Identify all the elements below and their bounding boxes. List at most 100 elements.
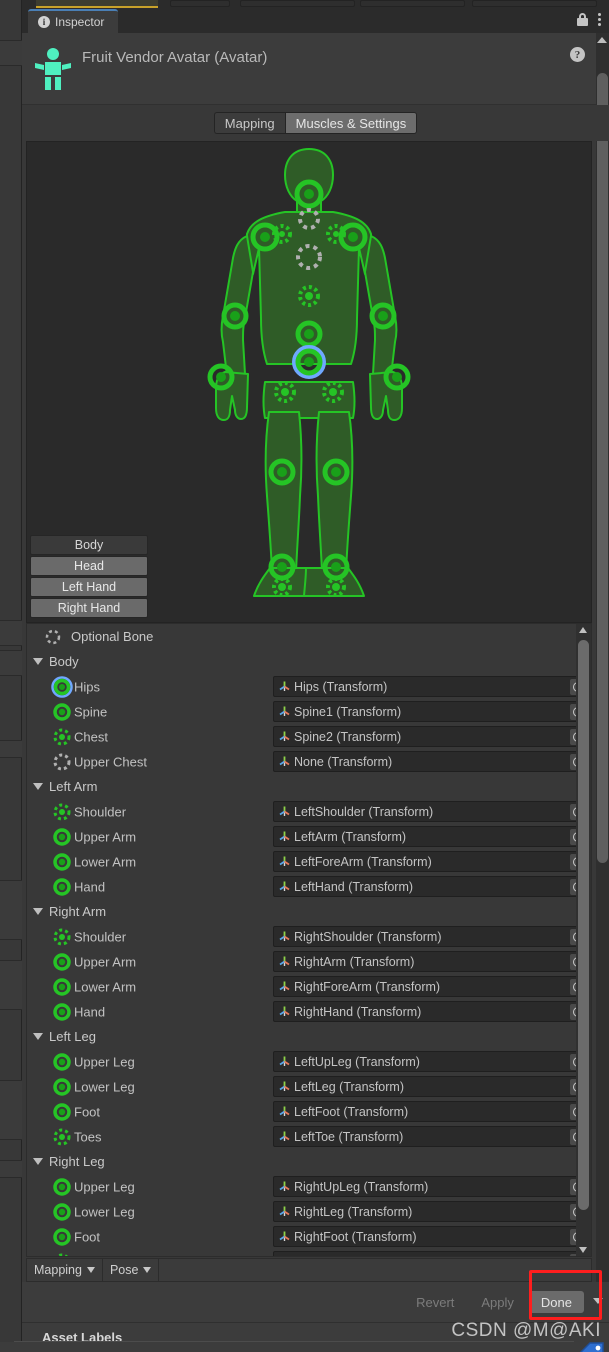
bone-object-field[interactable]: RightFoot (Transform): [273, 1226, 589, 1247]
bone-row[interactable]: Upper Arm RightArm (Transform): [27, 949, 591, 974]
body-part-button-body[interactable]: Body: [30, 535, 148, 555]
avatar-body-diagram[interactable]: [189, 144, 429, 614]
bone-object-field[interactable]: LeftToe (Transform): [273, 1126, 589, 1147]
scroll-down-arrow-icon[interactable]: [579, 1247, 587, 1253]
bone-object-field[interactable]: Hips (Transform): [273, 676, 589, 697]
bone-status-icon[interactable]: [51, 826, 73, 848]
bone-status-icon[interactable]: [51, 951, 73, 973]
bone-status-icon[interactable]: [51, 1101, 73, 1123]
tab-muscles-settings[interactable]: Muscles & Settings: [284, 112, 418, 134]
bone-group-header-body[interactable]: Body: [27, 649, 591, 674]
bone-object-field[interactable]: RightShoulder (Transform): [273, 926, 589, 947]
bone-row[interactable]: Shoulder LeftShoulder (Transform): [27, 799, 591, 824]
chevron-down-icon[interactable]: [593, 1298, 603, 1304]
pose-dropdown[interactable]: Pose: [103, 1259, 160, 1281]
bone-row[interactable]: Upper Arm LeftArm (Transform): [27, 824, 591, 849]
bone-row[interactable]: Lower Arm LeftForeArm (Transform): [27, 849, 591, 874]
bone-group-label: Left Arm: [49, 779, 98, 794]
bone-status-icon[interactable]: [51, 1251, 73, 1256]
triangle-down-icon[interactable]: [33, 908, 43, 915]
bone-object-field[interactable]: LeftHand (Transform): [273, 876, 589, 897]
bone-row[interactable]: Toes LeftToe (Transform): [27, 1124, 591, 1149]
inspector-scrollbar[interactable]: [596, 33, 609, 1352]
inspector-scrollbar-thumb[interactable]: [597, 73, 608, 863]
bone-status-icon[interactable]: [51, 801, 73, 823]
avatar-preview-viewport[interactable]: Body Head Left Hand Right Hand: [26, 141, 592, 623]
help-icon[interactable]: ?: [570, 47, 585, 62]
bone-object-field[interactable]: LeftArm (Transform): [273, 826, 589, 847]
bone-row[interactable]: Toes RightToe (Transform): [27, 1249, 591, 1256]
bone-object-field[interactable]: LeftLeg (Transform): [273, 1076, 589, 1097]
bone-object-field[interactable]: RightHand (Transform): [273, 1001, 589, 1022]
triangle-down-icon[interactable]: [33, 1033, 43, 1040]
bone-object-field[interactable]: LeftFoot (Transform): [273, 1101, 589, 1122]
bone-status-icon[interactable]: [51, 1076, 73, 1098]
body-part-button-right-hand[interactable]: Right Hand: [30, 598, 148, 618]
bone-row[interactable]: Shoulder RightShoulder (Transform): [27, 924, 591, 949]
bone-list-scrollbar-thumb[interactable]: [578, 640, 589, 1210]
bone-group-header-left-arm[interactable]: Left Arm: [27, 774, 591, 799]
bone-object-field[interactable]: LeftUpLeg (Transform): [273, 1051, 589, 1072]
bone-list-scrollbar[interactable]: [576, 624, 591, 1256]
bottom-strip: [0, 1342, 609, 1352]
bone-row[interactable]: Hips Hips (Transform): [27, 674, 591, 699]
bone-status-icon[interactable]: [51, 926, 73, 948]
bone-row[interactable]: Lower Leg RightLeg (Transform): [27, 1199, 591, 1224]
bone-status-icon[interactable]: [51, 1051, 73, 1073]
bone-status-icon[interactable]: [51, 675, 73, 698]
done-button[interactable]: Done: [528, 1291, 584, 1313]
bone-object-field[interactable]: RightForeArm (Transform): [273, 976, 589, 997]
bone-group-header-right-leg[interactable]: Right Leg: [27, 1149, 591, 1174]
apply-button[interactable]: Apply: [469, 1291, 526, 1313]
bone-mapping-list[interactable]: Optional Bone Body Hips Hips (Transform) Sp…: [26, 623, 592, 1257]
bone-row[interactable]: Lower Leg LeftLeg (Transform): [27, 1074, 591, 1099]
bone-group-header-left-leg[interactable]: Left Leg: [27, 1024, 591, 1049]
bone-status-icon[interactable]: [51, 1126, 73, 1148]
bone-object-field[interactable]: LeftForeArm (Transform): [273, 851, 589, 872]
tab-mapping[interactable]: Mapping: [213, 112, 285, 134]
bone-object-field[interactable]: RightLeg (Transform): [273, 1201, 589, 1222]
bone-row[interactable]: Foot LeftFoot (Transform): [27, 1099, 591, 1124]
bone-object-field[interactable]: RightArm (Transform): [273, 951, 589, 972]
revert-button[interactable]: Revert: [404, 1291, 466, 1313]
bone-status-icon[interactable]: [51, 701, 73, 723]
bone-status-icon[interactable]: [51, 726, 73, 748]
bone-object-field[interactable]: RightToe (Transform): [273, 1251, 589, 1256]
mapping-dropdown[interactable]: Mapping: [27, 1259, 103, 1281]
triangle-down-icon[interactable]: [33, 658, 43, 665]
bone-row[interactable]: Lower Arm RightForeArm (Transform): [27, 974, 591, 999]
bone-label: Toes: [74, 1129, 102, 1144]
triangle-down-icon[interactable]: [33, 783, 43, 790]
bone-row[interactable]: Foot RightFoot (Transform): [27, 1224, 591, 1249]
bone-row[interactable]: Spine Spine1 (Transform): [27, 699, 591, 724]
bone-row[interactable]: Hand RightHand (Transform): [27, 999, 591, 1024]
bone-status-icon[interactable]: [51, 751, 73, 773]
scroll-up-arrow-icon[interactable]: [597, 37, 607, 43]
bone-row[interactable]: Hand LeftHand (Transform): [27, 874, 591, 899]
triangle-down-icon[interactable]: [33, 1158, 43, 1165]
bone-object-field[interactable]: LeftShoulder (Transform): [273, 801, 589, 822]
bone-row[interactable]: Chest Spine2 (Transform): [27, 724, 591, 749]
bone-object-field[interactable]: None (Transform): [273, 751, 589, 772]
bone-object-field[interactable]: RightUpLeg (Transform): [273, 1176, 589, 1197]
bone-row[interactable]: Upper Chest None (Transform): [27, 749, 591, 774]
bone-row[interactable]: Upper Leg LeftUpLeg (Transform): [27, 1049, 591, 1074]
bone-status-icon[interactable]: [51, 851, 73, 873]
bone-status-icon[interactable]: [51, 1176, 73, 1198]
bone-status-icon[interactable]: [51, 1201, 73, 1223]
bone-object-field[interactable]: Spine2 (Transform): [273, 726, 589, 747]
bone-label: Lower Leg: [74, 1079, 135, 1094]
kebab-menu-icon[interactable]: [598, 13, 601, 26]
body-part-button-left-hand[interactable]: Left Hand: [30, 577, 148, 597]
body-part-button-head[interactable]: Head: [30, 556, 148, 576]
bone-status-icon[interactable]: [51, 976, 73, 998]
bone-status-icon[interactable]: [51, 1001, 73, 1023]
bone-status-icon[interactable]: [51, 876, 73, 898]
lock-icon[interactable]: [577, 13, 588, 26]
bone-status-icon[interactable]: [51, 1226, 73, 1248]
bone-group-header-right-arm[interactable]: Right Arm: [27, 899, 591, 924]
tab-inspector[interactable]: i Inspector: [28, 9, 119, 33]
scroll-up-arrow-icon[interactable]: [579, 627, 587, 633]
bone-object-field[interactable]: Spine1 (Transform): [273, 701, 589, 722]
bone-row[interactable]: Upper Leg RightUpLeg (Transform): [27, 1174, 591, 1199]
